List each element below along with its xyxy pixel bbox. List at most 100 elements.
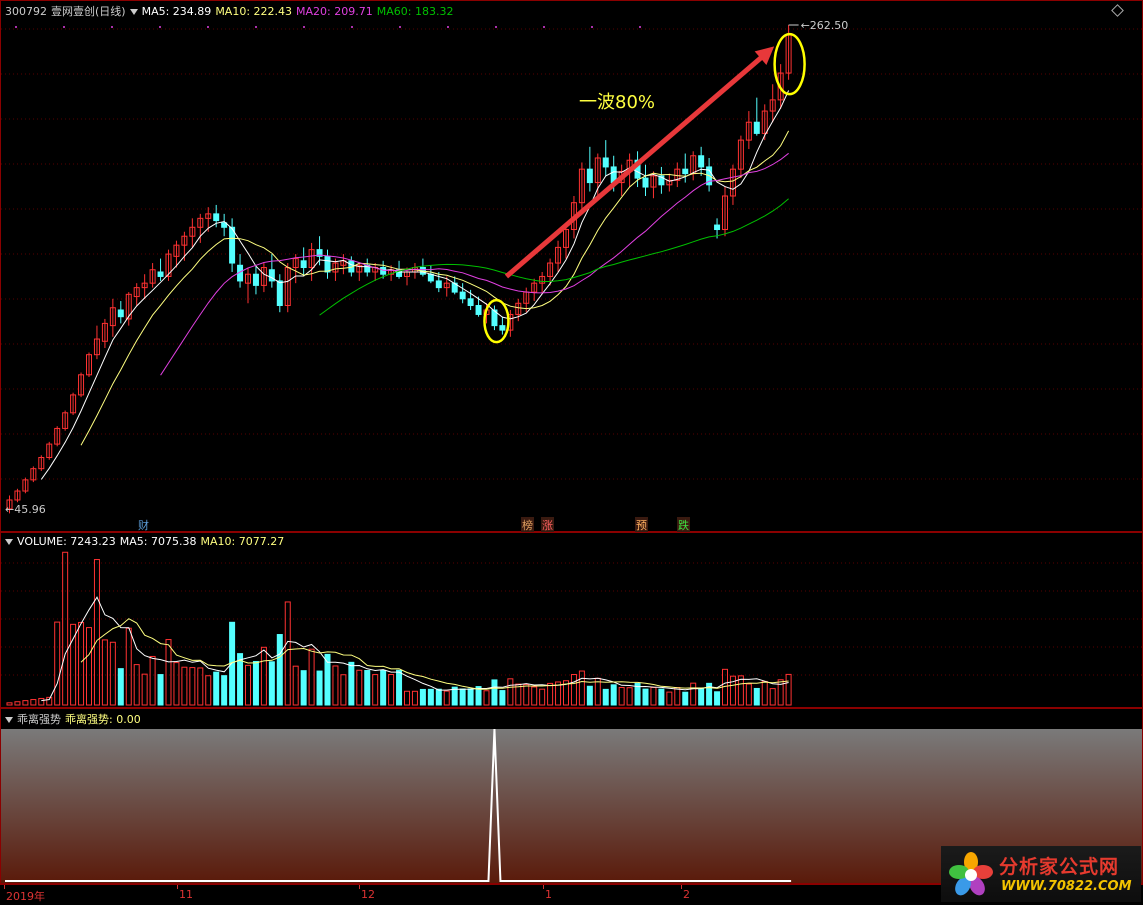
marker-dot <box>111 26 113 28</box>
candle-body <box>642 177 649 188</box>
high-point-circle <box>773 32 806 96</box>
volume-bar <box>602 688 609 706</box>
marker-dot <box>303 26 305 28</box>
volume-bar <box>380 669 387 706</box>
candle-body <box>499 325 506 331</box>
indicator-name: 乖离强势 <box>17 713 61 726</box>
event-marker[interactable]: 跌 <box>677 517 690 533</box>
volume-bar <box>698 687 705 706</box>
flower-logo-icon <box>949 852 993 896</box>
volume-bar <box>316 670 323 706</box>
volume-bar <box>658 688 665 706</box>
annotation-label: 一波80% <box>579 92 655 113</box>
candle-body <box>586 168 593 184</box>
volume-bar <box>570 674 577 706</box>
volume-bar <box>348 661 355 706</box>
ma5-line <box>40 90 790 480</box>
volume-bar <box>388 674 395 706</box>
candle-body <box>602 157 609 168</box>
volume-bar <box>54 621 61 706</box>
logo-title: 分析家公式网 <box>999 856 1120 878</box>
volume-bar <box>332 665 339 706</box>
high-price-label: ←262.50 <box>801 19 849 32</box>
candle-body <box>459 291 466 300</box>
candle-body <box>252 273 259 286</box>
volume-bar <box>690 682 697 706</box>
marker-dot <box>255 26 257 28</box>
indicator-value: 乖离强势: 0.00 <box>65 713 141 726</box>
marker-dot <box>543 26 545 28</box>
marker-dot <box>207 26 209 28</box>
volume-bar <box>300 670 307 706</box>
volume-bar <box>284 601 291 706</box>
volume-bar <box>714 691 721 706</box>
volume-bar <box>411 690 418 706</box>
volume-bar <box>173 662 180 706</box>
candle-body <box>435 280 442 289</box>
volume-bar <box>6 702 13 706</box>
volume-bar <box>547 682 554 706</box>
trend-arrow <box>504 51 769 279</box>
marker-dot <box>639 26 641 28</box>
axis-label-12: 12 <box>361 888 375 901</box>
candle-body <box>427 273 434 282</box>
candle-body <box>714 224 721 231</box>
volume-panel[interactable]: VOLUME: 7243.23 MA5: 7075.38 MA10: 7077.27 <box>0 532 1143 708</box>
event-marker[interactable]: 榜 <box>521 517 534 533</box>
volume-bar <box>761 680 768 706</box>
event-marker[interactable]: 涨 <box>541 517 554 533</box>
candle-body <box>698 155 705 168</box>
event-marker[interactable]: 预 <box>635 517 648 533</box>
volume-bar <box>419 688 426 706</box>
price-panel[interactable]: 300792 壹网壹创(日线) MA5: 234.89 MA10: 222.43 MA2… <box>0 0 1143 533</box>
volume-bar <box>674 687 681 706</box>
volume-bar <box>86 627 92 706</box>
volume-bar <box>30 699 37 706</box>
volume-bar <box>626 687 633 706</box>
volume-bar <box>523 684 530 706</box>
volume-bar <box>785 673 792 706</box>
volume-bar <box>499 690 506 706</box>
volume-bar <box>364 670 371 706</box>
volume-bar <box>404 690 410 706</box>
candle-body <box>229 226 236 264</box>
marker-dot <box>447 26 449 28</box>
volume-bar <box>769 688 776 706</box>
volume-bar <box>197 667 204 706</box>
volume-bar <box>753 687 760 706</box>
volume-bar <box>483 690 490 706</box>
volume-bar <box>729 675 736 706</box>
volume-bar <box>467 688 474 706</box>
volume-bar <box>260 646 267 706</box>
candle-body <box>682 168 689 175</box>
volume-bar <box>435 688 442 706</box>
volume-bar <box>149 655 156 706</box>
logo-url: WWW.70822.COM <box>1001 879 1132 894</box>
candle-body <box>753 121 760 134</box>
volume-bar <box>586 685 593 706</box>
volume-bar <box>491 679 498 706</box>
axis-label-2019: 2019年 <box>6 890 45 903</box>
volume-bar <box>531 686 538 706</box>
event-marker[interactable]: 财 <box>137 517 150 533</box>
axis-label-1: 1 <box>545 888 552 901</box>
volume-bar <box>22 700 29 706</box>
volume-bar <box>245 664 251 706</box>
marker-dot <box>351 26 353 28</box>
volume-bar <box>459 688 466 706</box>
volume-bar <box>292 665 299 706</box>
volume-bar <box>618 687 625 706</box>
collapse-triangle-icon[interactable] <box>5 717 13 723</box>
candle-body <box>117 309 124 318</box>
watermark-logo: 分析家公式网 WWW.70822.COM <box>941 846 1141 902</box>
volume-bar <box>62 551 69 706</box>
volume-bar <box>745 683 752 706</box>
volume-bar <box>539 688 546 706</box>
volume-bar <box>165 639 172 706</box>
marker-dot <box>159 26 161 28</box>
low-price-label: ←45.96 <box>5 503 46 516</box>
volume-bar <box>157 674 164 706</box>
marker-dot <box>495 26 497 28</box>
volume-bar <box>396 669 403 706</box>
volume-bar <box>109 641 116 706</box>
